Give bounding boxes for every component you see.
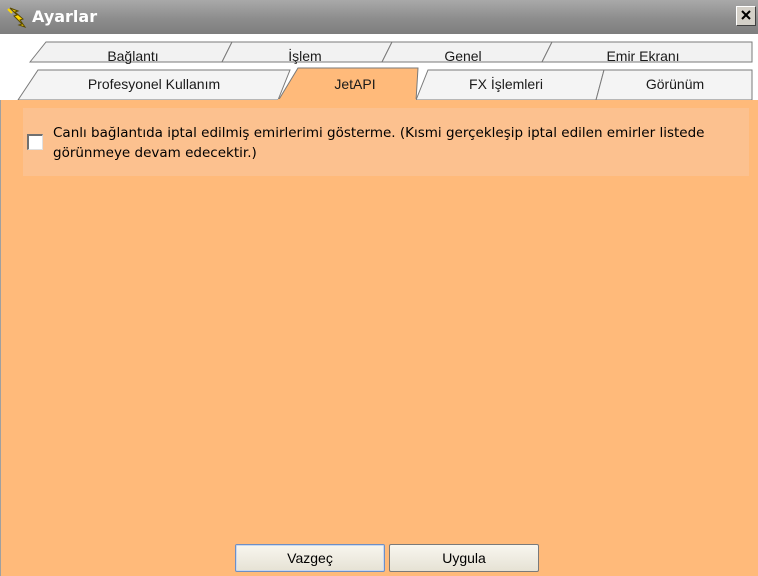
close-icon xyxy=(740,9,752,24)
lightning-icon xyxy=(6,6,28,28)
settings-window: Ayarlar Bağlantı İşlem Genel Emir Ekranı… xyxy=(0,0,758,576)
apply-button[interactable]: Uygula xyxy=(389,544,539,572)
close-button[interactable] xyxy=(736,6,756,26)
cancel-button[interactable]: Vazgeç xyxy=(235,544,385,572)
tab-content-jetapi: Canlı bağlantıda iptal edilmiş emirlerim… xyxy=(0,100,758,576)
hide-cancelled-checkbox[interactable] xyxy=(27,134,43,150)
tab-strip: Bağlantı İşlem Genel Emir Ekranı Profesy… xyxy=(0,34,758,100)
option-hide-cancelled: Canlı bağlantıda iptal edilmiş emirlerim… xyxy=(23,108,749,176)
tab-emir-ekrani[interactable]: Emir Ekranı xyxy=(588,48,698,64)
tab-baglanti[interactable]: Bağlantı xyxy=(88,48,178,64)
window-title: Ayarlar xyxy=(32,7,98,26)
tab-fx-islemleri[interactable]: FX İşlemleri xyxy=(446,76,566,92)
tab-profesyonel-kullanim[interactable]: Profesyonel Kullanım xyxy=(64,76,244,92)
title-bar[interactable]: Ayarlar xyxy=(0,0,758,34)
tab-gorunum[interactable]: Görünüm xyxy=(620,76,730,92)
tab-islem[interactable]: İşlem xyxy=(260,48,350,64)
hide-cancelled-label[interactable]: Canlı bağlantıda iptal edilmiş emirlerim… xyxy=(53,123,753,163)
tab-genel[interactable]: Genel xyxy=(418,48,508,64)
tab-jetapi[interactable]: JetAPI xyxy=(310,76,400,92)
